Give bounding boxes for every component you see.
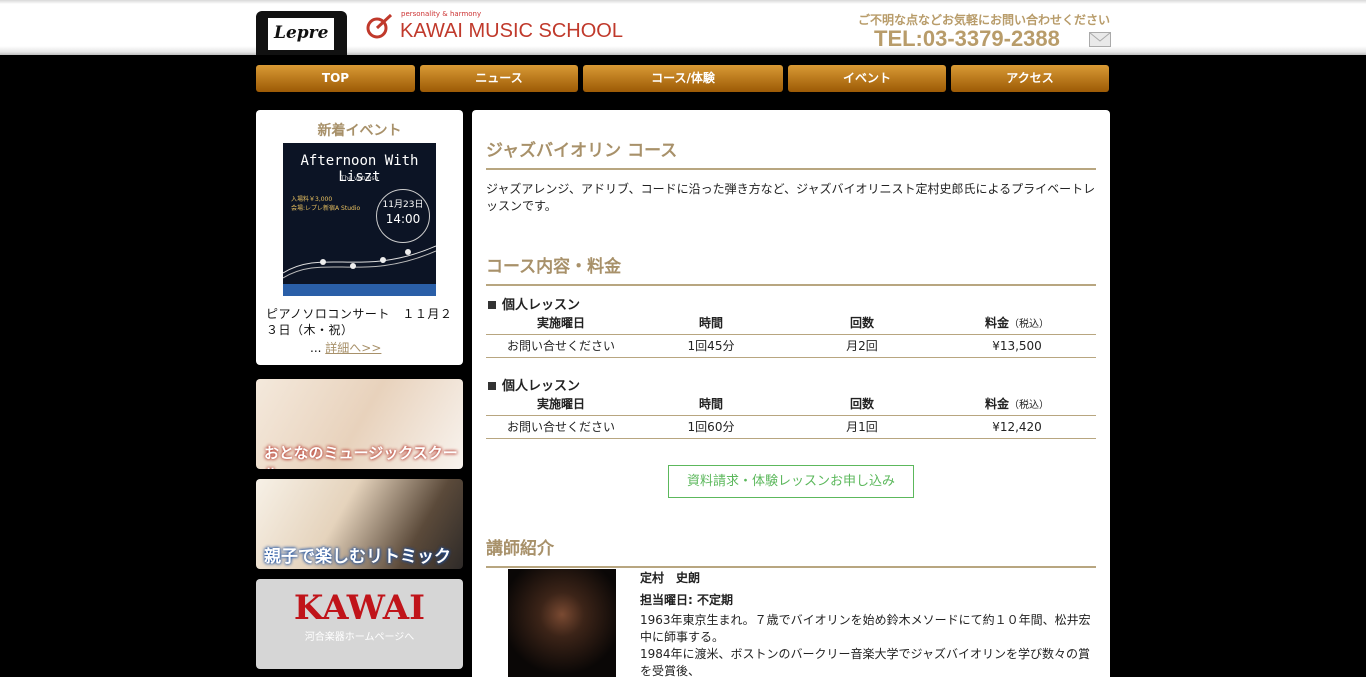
main-content: ジャズバイオリン コース ジャズアレンジ、アドリブ、コードに沿った弾き方など、ジ… bbox=[472, 110, 1110, 677]
square-bullet-icon bbox=[488, 301, 496, 309]
poster-time: 14:00 bbox=[385, 212, 421, 226]
table-header: 時間 bbox=[636, 312, 786, 335]
lepre-logo[interactable]: Lepre bbox=[268, 18, 334, 50]
nav-event[interactable]: イベント bbox=[788, 65, 946, 92]
course-1-table: 実施曜日 時間 回数 料金（税込） お問い合せください 1回45分 月2回 ¥1… bbox=[486, 312, 1096, 358]
course-2-title-text: 個人レッスン bbox=[502, 379, 581, 394]
apply-trial-lesson-button[interactable]: 資料請求・体験レッスンお申し込み bbox=[668, 465, 914, 498]
table-header-price: 料金（税込） bbox=[938, 393, 1096, 416]
table-cell: お問い合せください bbox=[486, 415, 636, 439]
lepre-logo-text: Lepre bbox=[274, 23, 329, 43]
course-2-table: 実施曜日 時間 回数 料金（税込） お問い合せください 1回60分 月1回 ¥1… bbox=[486, 393, 1096, 439]
nav-course[interactable]: コース/体験 bbox=[583, 65, 783, 92]
main-nav: TOP ニュース コース/体験 イベント アクセス bbox=[0, 65, 1366, 92]
teacher-day: 担当曜日: 不定期 bbox=[640, 593, 733, 607]
event-more: ... 詳細へ>> bbox=[310, 339, 381, 356]
table-cell: ¥13,500 bbox=[938, 334, 1096, 358]
poster-date: 11月23日 bbox=[382, 200, 424, 210]
teacher-photo bbox=[508, 569, 616, 677]
teacher-heading: 講師紹介 bbox=[486, 534, 1096, 568]
square-bullet-icon bbox=[488, 382, 496, 390]
kawai-homepage-banner[interactable]: KAWAI 河合楽器ホームページへ bbox=[256, 579, 463, 669]
poster-footer bbox=[283, 284, 436, 296]
table-header: 実施曜日 bbox=[486, 393, 636, 416]
kawai-logo-text[interactable]: KAWAI MUSIC SCHOOL bbox=[400, 20, 623, 43]
table-cell: 1回60分 bbox=[636, 415, 786, 439]
poster-info: 入場料￥3,000 会場:レプレ新宿A Studio bbox=[291, 196, 361, 212]
music-notes-decoration-icon bbox=[283, 245, 436, 279]
table-header-row: 実施曜日 時間 回数 料金（税込） bbox=[486, 312, 1096, 335]
price-tax-note: （税込） bbox=[1009, 400, 1049, 412]
rhythmic-banner[interactable]: 親子で楽しむリトミック bbox=[256, 479, 463, 569]
table-header: 回数 bbox=[786, 312, 938, 335]
table-header: 実施曜日 bbox=[486, 312, 636, 335]
table-cell: お問い合せください bbox=[486, 334, 636, 358]
table-header: 時間 bbox=[636, 393, 786, 416]
site-header: Lepre personality & harmony KAWAI MUSIC … bbox=[0, 0, 1366, 55]
teacher-name: 定村 史朗 bbox=[640, 571, 701, 585]
price-tax-note: （税込） bbox=[1009, 319, 1049, 331]
kawai-logo-mark-icon bbox=[366, 13, 393, 39]
nav-access[interactable]: アクセス bbox=[951, 65, 1109, 92]
table-cell: 1回45分 bbox=[636, 334, 786, 358]
poster-date-badge: 11月23日 14:00 bbox=[376, 189, 430, 243]
table-header: 回数 bbox=[786, 393, 938, 416]
poster-subtitle: The virtuoso bbox=[340, 175, 379, 182]
fee-heading: コース内容・料金 bbox=[486, 252, 1096, 286]
new-event-title: 新着イベント bbox=[317, 123, 402, 139]
adult-music-school-banner[interactable]: おとなのミュージックスクール bbox=[256, 379, 463, 469]
nav-news[interactable]: ニュース bbox=[420, 65, 578, 92]
course-2-title: 個人レッスン bbox=[488, 375, 580, 394]
table-cell: ¥12,420 bbox=[938, 415, 1096, 439]
table-header-price: 料金（税込） bbox=[938, 312, 1096, 335]
price-label: 料金 bbox=[984, 397, 1009, 412]
nav-top[interactable]: TOP bbox=[256, 65, 415, 92]
banner-adult-text: おとなのミュージックスクール bbox=[264, 444, 458, 469]
course-heading: ジャズバイオリン コース bbox=[486, 136, 1096, 170]
table-row: お問い合せください 1回45分 月2回 ¥13,500 bbox=[486, 334, 1096, 358]
table-header-row: 実施曜日 時間 回数 料金（税込） bbox=[486, 393, 1096, 416]
banner-rhythmic-text: 親子で楽しむリトミック bbox=[264, 547, 451, 567]
event-poster[interactable]: Afternoon With Liszt The virtuoso 入場料￥3,… bbox=[283, 143, 436, 296]
kawai-banner-logo: KAWAI bbox=[293, 588, 426, 628]
price-label: 料金 bbox=[984, 316, 1009, 331]
kawai-tagline: personality & harmony bbox=[401, 10, 482, 18]
course-description: ジャズアレンジ、アドリブ、コードに沿った弾き方など、ジャズバイオリニスト定村史郎… bbox=[486, 182, 1096, 213]
course-1-title: 個人レッスン bbox=[488, 294, 580, 313]
course-1-title-text: 個人レッスン bbox=[502, 298, 581, 313]
table-row: お問い合せください 1回60分 月1回 ¥12,420 bbox=[486, 415, 1096, 439]
phone-number[interactable]: TEL:03-3379-2388 bbox=[874, 26, 1060, 52]
event-detail-link[interactable]: 詳細へ>> bbox=[325, 341, 381, 355]
table-cell: 月1回 bbox=[786, 415, 938, 439]
envelope-icon[interactable] bbox=[1089, 32, 1111, 47]
event-description: ピアノソロコンサート １１月２３日（木・祝） bbox=[266, 307, 453, 337]
event-more-prefix: ... bbox=[310, 341, 322, 355]
kawai-banner-caption: 河合楽器ホームページへ bbox=[304, 632, 415, 643]
table-cell: 月2回 bbox=[786, 334, 938, 358]
teacher-bio: 1963年東京生まれ。７歳でバイオリンを始め鈴木メソードにて約１０年間、松井宏中… bbox=[640, 613, 1091, 677]
new-event-box: 新着イベント Afternoon With Liszt The virtuoso… bbox=[256, 110, 463, 365]
